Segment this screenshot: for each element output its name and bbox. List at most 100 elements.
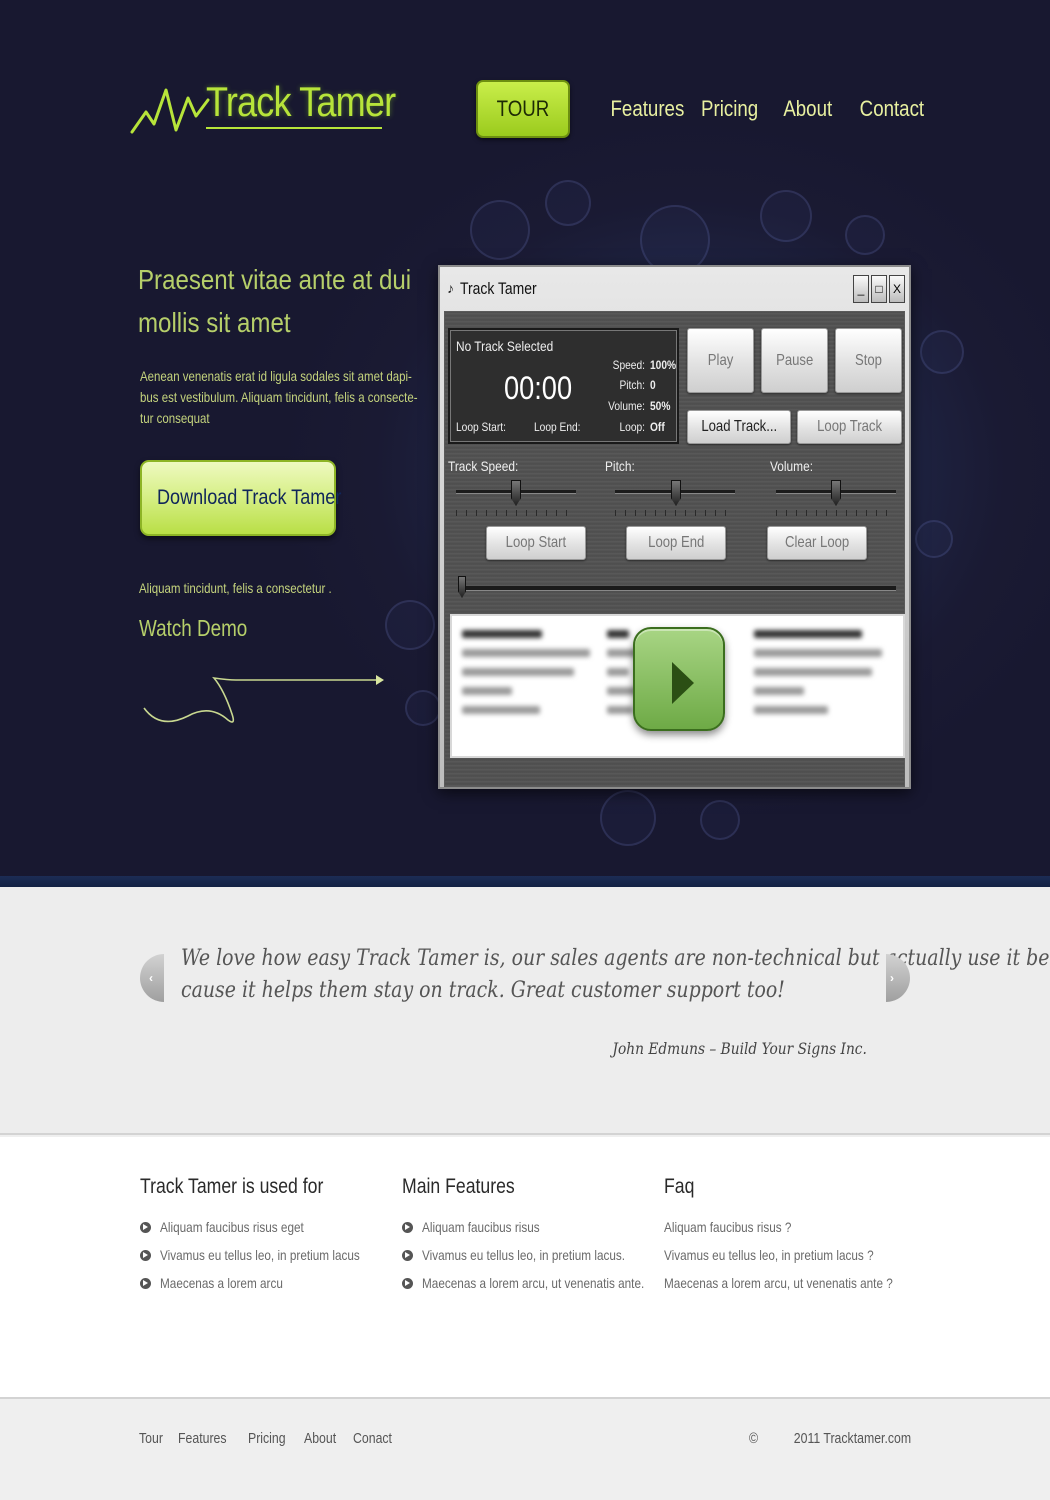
bullet-arrow-icon — [402, 1278, 413, 1289]
track-speed-slider-thumb[interactable] — [511, 480, 521, 506]
loop-end-label: Loop End: — [534, 420, 581, 434]
loop-start-button-label: Loop Start — [505, 534, 567, 551]
testimonial-author-label: John Edmuns – Build Your Signs Inc. — [612, 1039, 867, 1058]
download-button[interactable]: Download Track Tamer — [140, 460, 341, 536]
faq-link-label: Vivamus eu tellus leo, in pretium lacus … — [664, 1247, 874, 1263]
logo[interactable]: Track Tamer — [130, 76, 396, 140]
seek-bar-thumb[interactable] — [458, 576, 466, 598]
bokeh-decoration — [920, 330, 964, 374]
play-button-label: Play — [707, 352, 734, 369]
hero-title: Praesent vitae ante at dui mollis sit am… — [138, 258, 418, 344]
window-title: Track Tamer — [460, 279, 554, 299]
stat-loop: Loop: Off — [591, 420, 677, 434]
bokeh-decoration — [700, 800, 740, 840]
footer-link-pricing[interactable]: Pricing — [248, 1430, 286, 1447]
copyright-label: 2011 Tracktamer.com — [793, 1430, 911, 1447]
track-speed-label: Track Speed: — [448, 458, 531, 474]
faq-link-label: Maecenas a lorem arcu, ut venenatis ante… — [664, 1275, 893, 1291]
column-title-label: Main Features — [402, 1175, 515, 1198]
bokeh-decoration — [760, 190, 812, 242]
hero-title-line: mollis sit amet — [138, 307, 291, 338]
track-time: 00:00 — [504, 370, 584, 407]
bokeh-decoration — [385, 600, 435, 650]
close-button[interactable]: X — [889, 275, 905, 303]
list-item-label: Maecenas a lorem arcu — [160, 1275, 283, 1291]
seek-bar[interactable] — [458, 586, 896, 591]
play-video-button[interactable] — [633, 627, 725, 731]
testimonial-section: ‹ We love how easy Track Tamer is, our s… — [0, 887, 1050, 1135]
footer-link-contact[interactable]: Conact — [353, 1430, 392, 1447]
watch-demo-link[interactable]: Watch Demo — [139, 615, 271, 642]
window-title-bar[interactable]: ♪ Track Tamer _ □ X — [440, 267, 909, 307]
bokeh-decoration — [915, 520, 953, 558]
loop-start-button[interactable]: Loop Start — [486, 526, 586, 560]
nav-link-contact[interactable]: Contact — [854, 96, 930, 122]
play-button[interactable]: Play — [687, 328, 754, 393]
hero-description-line: bus est vestibulum. Aliquam tincidunt, f… — [140, 389, 418, 405]
clear-loop-button-label: Clear Loop — [784, 534, 850, 551]
pitch-label-text: Pitch: — [605, 458, 635, 474]
hero-description-line: tur consequat — [140, 410, 210, 426]
footer-link-tour[interactable]: Tour — [139, 1430, 163, 1447]
footer-link-about[interactable]: About — [304, 1430, 336, 1447]
stat-label: Pitch: — [619, 378, 645, 392]
pause-button[interactable]: Pause — [761, 328, 828, 393]
hero-description: Aenean venenatis erat id ligula sodales … — [140, 366, 440, 429]
nav-link-features[interactable]: Features — [604, 96, 691, 122]
nav-tour-button[interactable]: TOUR — [476, 80, 570, 138]
window-title-label: Track Tamer — [460, 279, 537, 298]
download-button-label: Download Track Tamer — [157, 486, 342, 509]
minimize-button[interactable]: _ — [853, 275, 869, 303]
nav-link-about[interactable]: About — [779, 96, 837, 122]
bullet-arrow-icon — [140, 1222, 151, 1233]
stop-button[interactable]: Stop — [835, 328, 902, 393]
stat-value: 0 — [650, 378, 656, 392]
stop-button-label: Stop — [854, 352, 882, 369]
blurred-text-column — [754, 630, 884, 725]
loop-track-button[interactable]: Loop Track — [797, 410, 902, 444]
maximize-button[interactable]: □ — [871, 275, 887, 303]
quote-line: cause it helps them stay on track. Great… — [181, 978, 785, 1003]
bullet-arrow-icon — [140, 1250, 151, 1261]
pitch-slider-thumb[interactable] — [671, 480, 681, 506]
list-item: Vivamus eu tellus leo, in pretium lacus. — [402, 1247, 687, 1275]
list-item-label: Vivamus eu tellus leo, in pretium lacus. — [422, 1247, 626, 1263]
loop-end-button[interactable]: Loop End — [626, 526, 726, 560]
loop-end-button-label: Loop End — [647, 534, 705, 551]
nav-link-label: Pricing — [701, 96, 759, 121]
track-speed-label-text: Track Speed: — [448, 458, 519, 474]
faq-link[interactable]: Aliquam faucibus risus ? — [664, 1219, 936, 1247]
copyright: © 2011 Tracktamer.com — [747, 1430, 911, 1447]
slider-ticks — [456, 510, 576, 516]
testimonial-author: John Edmuns – Build Your Signs Inc. — [571, 1039, 867, 1058]
bullet-arrow-icon — [402, 1250, 413, 1261]
footer-link-features[interactable]: Features — [178, 1430, 227, 1447]
chevron-left-icon: ‹ — [149, 971, 153, 985]
track-status: No Track Selected — [456, 338, 570, 354]
nav-link-label: About — [783, 96, 833, 121]
clear-loop-button[interactable]: Clear Loop — [767, 526, 867, 560]
nav-tour-label: TOUR — [496, 96, 550, 121]
volume-slider-thumb[interactable] — [831, 480, 841, 506]
list-item: Maecenas a lorem arcu, ut venenatis ante… — [402, 1275, 687, 1303]
app-window: ♪ Track Tamer _ □ X No Track Selected 00… — [438, 265, 911, 789]
load-track-button[interactable]: Load Track... — [687, 410, 791, 444]
bokeh-decoration — [470, 200, 530, 260]
faq-link[interactable]: Vivamus eu tellus leo, in pretium lacus … — [664, 1247, 936, 1275]
stat-value: 50% — [650, 399, 671, 413]
column-title-label: Track Tamer is used for — [140, 1175, 324, 1198]
hero-description-line: Aenean venenatis erat id ligula sodales … — [140, 368, 412, 384]
faq-link-label: Aliquam faucibus risus ? — [664, 1219, 792, 1235]
loop-start-readout: Loop Start: — [456, 420, 515, 434]
stat-value: 100% — [650, 358, 677, 372]
list-item: Vivamus eu tellus leo, in pretium lacus — [140, 1247, 398, 1275]
bullet-arrow-icon — [140, 1278, 151, 1289]
stat-pitch: Pitch: 0 — [591, 378, 677, 392]
watch-demo-label: Watch Demo — [139, 615, 248, 641]
used-for-column: Track Tamer is used for Aliquam faucibus… — [140, 1175, 398, 1303]
faq-link[interactable]: Maecenas a lorem arcu, ut venenatis ante… — [664, 1275, 936, 1303]
nav-link-pricing[interactable]: Pricing — [696, 96, 763, 122]
play-icon — [672, 662, 694, 704]
list-item-label: Vivamus eu tellus leo, in pretium lacus — [160, 1247, 360, 1263]
previous-testimonial-button[interactable]: ‹ — [140, 954, 164, 1002]
